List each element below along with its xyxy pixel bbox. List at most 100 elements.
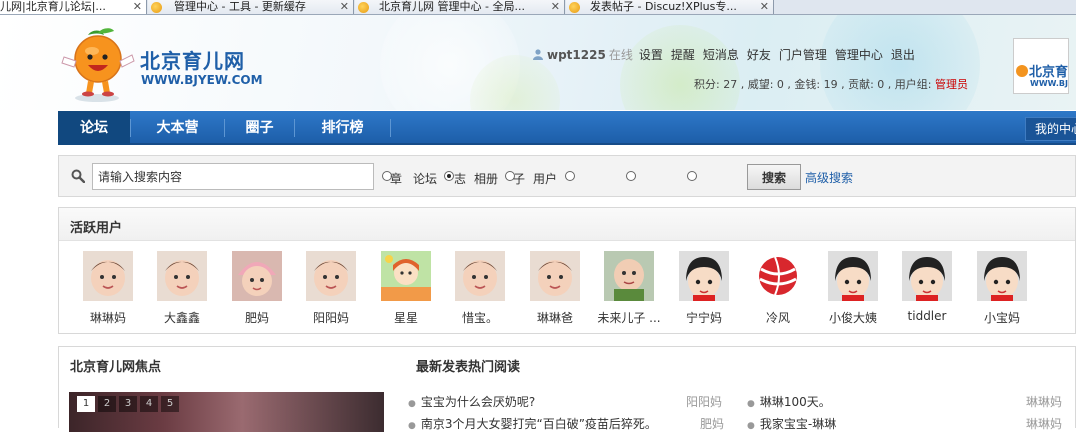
active-user-card[interactable]: 惜宝。 [443, 251, 517, 331]
search-type-label: 用户 [533, 172, 558, 186]
tab-title: 管理中心 - 工具 - 更新缓存 [174, 0, 306, 13]
avatar[interactable] [157, 251, 207, 301]
active-user-card[interactable]: 宁宁妈 [667, 251, 741, 331]
user-name-link[interactable]: 小宝妈 [965, 309, 1039, 326]
avatar[interactable] [977, 251, 1027, 301]
logout-link[interactable]: 退出 [891, 48, 915, 62]
nav-base-camp[interactable]: 大本营 [131, 111, 224, 145]
post-author[interactable]: 琳琳妈 [1026, 393, 1062, 410]
active-user-card[interactable]: 琳琳爸 [518, 251, 592, 331]
avatar[interactable] [902, 251, 952, 301]
reminders-link[interactable]: 提醒 [671, 48, 695, 62]
avatar[interactable] [381, 251, 431, 301]
search-type-label: 章 [390, 172, 403, 186]
my-center-dropdown[interactable]: 我的中心 ▼ [1025, 117, 1076, 141]
search-type-radio-user[interactable] [565, 171, 575, 181]
active-user-card[interactable]: 小俊大姨 [816, 251, 890, 331]
post-author[interactable]: 肥妈 [700, 415, 724, 432]
side-ad-logo[interactable]: 北京育 WWW.BJY [1013, 38, 1069, 94]
avatar[interactable] [604, 251, 654, 301]
close-icon[interactable]: ✕ [133, 0, 142, 14]
bullet-icon: ● [747, 399, 755, 409]
browser-tab-2[interactable]: 管理中心 - 工具 - 更新缓存 ✕ [148, 0, 354, 14]
username-link[interactable]: wpt1225 [547, 48, 606, 62]
slide-page-2[interactable]: 2 [98, 396, 116, 412]
favicon-icon [151, 2, 162, 13]
mascot-icon [1016, 65, 1028, 77]
active-user-card[interactable]: tiddler [890, 251, 964, 331]
search-bar: 章 论坛 志 相册 子 用户 搜索 高级搜索 [58, 155, 1076, 197]
search-type-radio-forum[interactable] [444, 171, 454, 181]
avatar[interactable] [306, 251, 356, 301]
hot-post-link[interactable]: ● 我家宝宝-琳琳 [747, 415, 836, 432]
user-name-link[interactable]: 冷风 [741, 309, 815, 326]
active-user-card[interactable]: 阳阳妈 [294, 251, 368, 331]
settings-link[interactable]: 设置 [639, 48, 663, 62]
user-name-link[interactable]: 小俊大姨 [816, 309, 890, 326]
active-users-title: 活跃用户 [70, 221, 123, 236]
user-name-link[interactable]: 琳琳爸 [518, 309, 592, 326]
nav-rankings[interactable]: 排行榜 [295, 111, 390, 145]
slide-page-4[interactable]: 4 [140, 396, 158, 412]
active-user-card[interactable]: 琳琳妈 [71, 251, 145, 331]
active-users-panel: 活跃用户 琳琳妈 大鑫鑫 肥妈 阳阳妈 星星 惜宝。 琳琳爸 未来儿子 ... 宁宁妈 冷风 小俊大… [58, 207, 1076, 334]
avatar[interactable] [232, 251, 282, 301]
user-name-link[interactable]: 阳阳妈 [294, 309, 368, 326]
friends-link[interactable]: 好友 [747, 48, 771, 62]
slide-page-5[interactable]: 5 [161, 396, 179, 412]
user-name-link[interactable]: 大鑫鑫 [145, 309, 219, 326]
avatar[interactable] [753, 251, 803, 301]
hot-post-link[interactable]: ● 宝宝为什么会厌奶呢? [408, 393, 535, 410]
user-name-link[interactable]: 未来儿子 ... [592, 309, 666, 326]
user-name-link[interactable]: 琳琳妈 [71, 309, 145, 326]
search-type-radio[interactable] [626, 171, 636, 181]
tab-title: 儿网|北京育儿论坛|... [0, 0, 106, 13]
user-name-link[interactable]: 肥妈 [220, 309, 294, 326]
close-icon[interactable]: ✕ [551, 0, 560, 14]
hot-post-link[interactable]: ● 琳琳100天。 [747, 393, 831, 410]
user-name-link[interactable]: 星星 [369, 309, 443, 326]
site-logo-title[interactable]: 北京育儿网 [140, 45, 245, 74]
online-status: 在线 [608, 48, 633, 62]
search-input[interactable] [92, 163, 374, 190]
active-user-card[interactable]: 星星 [369, 251, 443, 331]
user-name-link[interactable]: 惜宝。 [443, 309, 517, 326]
search-button[interactable]: 搜索 [747, 164, 801, 190]
active-user-card[interactable]: 大鑫鑫 [145, 251, 219, 331]
active-user-card[interactable]: 未来儿子 ... [592, 251, 666, 331]
favicon-icon [569, 2, 580, 13]
messages-link[interactable]: 短消息 [703, 48, 739, 62]
post-author[interactable]: 琳琳妈 [1026, 415, 1062, 432]
active-user-card[interactable]: 肥妈 [220, 251, 294, 331]
avatar[interactable] [455, 251, 505, 301]
close-icon[interactable]: ✕ [760, 0, 769, 14]
search-type-radio[interactable] [687, 171, 697, 181]
user-name-link[interactable]: tiddler [890, 309, 964, 323]
user-group-link[interactable]: 管理员 [935, 78, 968, 91]
user-name-link[interactable]: 宁宁妈 [667, 309, 741, 326]
slide-page-3[interactable]: 3 [119, 396, 137, 412]
avatar[interactable] [83, 251, 133, 301]
nav-circles[interactable]: 圈子 [225, 111, 294, 145]
user-toolbar: wpt1225 在线 设置 提醒 短消息 好友 门户管理 管理中心 退出 [533, 46, 923, 63]
favicon-icon [358, 2, 369, 13]
avatar[interactable] [530, 251, 580, 301]
nav-forum[interactable]: 论坛 [58, 111, 130, 145]
focus-slideshow[interactable]: 1 2 3 4 5 [69, 392, 384, 432]
browser-tab-4[interactable]: 发表帖子 - Discuz!XPlus专... ✕ [566, 0, 774, 14]
browser-tab-1[interactable]: 儿网|北京育儿论坛|... ✕ [0, 0, 147, 14]
advanced-search-link[interactable]: 高级搜索 [805, 169, 853, 186]
active-user-card[interactable]: 小宝妈 [965, 251, 1039, 331]
avatar[interactable] [828, 251, 878, 301]
hot-post-link[interactable]: ● 南京3个月大女婴打完“百白破”疫苗后猝死。 [408, 415, 657, 432]
browser-tab-3[interactable]: 北京育儿网 管理中心 - 全局... ✕ [355, 0, 565, 14]
avatar[interactable] [679, 251, 729, 301]
post-author[interactable]: 阳阳妈 [686, 393, 722, 410]
slide-page-1[interactable]: 1 [77, 396, 95, 412]
orange-mascot-logo[interactable] [58, 27, 136, 103]
admin-center-link[interactable]: 管理中心 [835, 48, 883, 62]
active-user-card[interactable]: 冷风 [741, 251, 815, 331]
user-icon [533, 49, 543, 60]
close-icon[interactable]: ✕ [340, 0, 349, 14]
portal-admin-link[interactable]: 门户管理 [779, 48, 827, 62]
